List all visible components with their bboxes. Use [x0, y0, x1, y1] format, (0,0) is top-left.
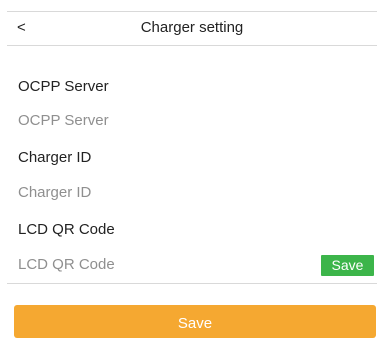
ocpp-server-label: OCPP Server: [18, 78, 109, 95]
charger-id-label: Charger ID: [18, 149, 92, 166]
charger-id-placeholder: Charger ID: [18, 184, 92, 201]
ocpp-server-input[interactable]: OCPP Server: [7, 105, 377, 138]
lcd-qr-save-button[interactable]: Save: [321, 255, 374, 276]
lcd-qr-code-label: LCD QR Code: [18, 221, 115, 238]
page-title: Charger setting: [140, 19, 244, 36]
charger-id-input[interactable]: Charger ID: [7, 177, 377, 210]
header-bar: < Charger setting: [7, 12, 377, 46]
ocpp-server-placeholder: OCPP Server: [18, 112, 109, 129]
lcd-qr-code-placeholder: LCD QR Code: [18, 256, 115, 273]
lcd-qr-code-input[interactable]: LCD QR Code Save: [7, 249, 377, 282]
lcd-qr-code-underline: [7, 283, 377, 284]
save-button[interactable]: Save: [14, 305, 376, 338]
